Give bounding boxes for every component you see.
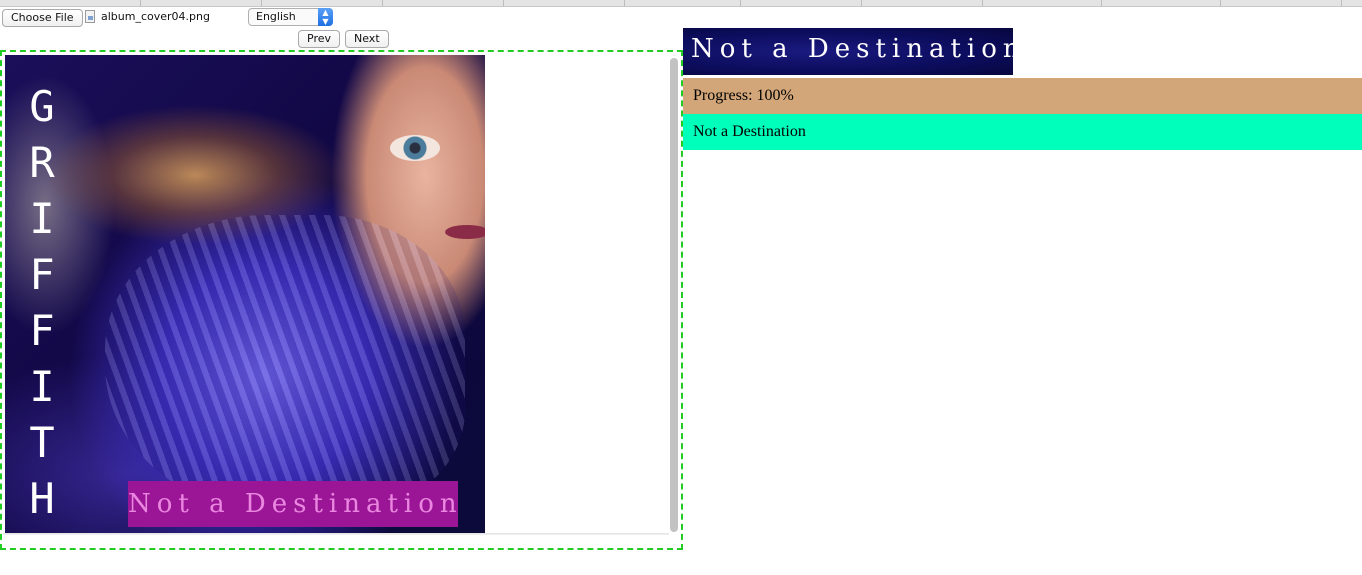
cover-artist-name: GRIFFITH — [29, 82, 55, 523]
cover-scarf — [105, 215, 465, 515]
file-icon — [85, 10, 95, 23]
vertical-scrollbar[interactable] — [670, 58, 678, 532]
prev-button[interactable]: Prev — [298, 30, 340, 48]
album-cover-image: GRIFFITH Not a Destination — [5, 55, 485, 533]
progress-status: Progress: 100% — [683, 78, 1362, 114]
browser-tab-strip — [0, 0, 1362, 7]
tab-segment — [862, 0, 983, 6]
next-button[interactable]: Next — [345, 30, 389, 48]
cover-lips — [445, 225, 485, 239]
language-select[interactable]: English ▲ ▼ — [248, 8, 333, 26]
choose-file-button[interactable]: Choose File — [2, 9, 83, 27]
album-title-banner: Not a Destination — [683, 28, 1020, 75]
tab-segment — [262, 0, 383, 6]
updown-chevron-icon: ▲ ▼ — [318, 8, 333, 26]
tab-segment — [741, 0, 862, 6]
image-viewer: GRIFFITH Not a Destination — [0, 50, 683, 550]
cover-eye — [390, 135, 440, 161]
tab-segment — [625, 0, 741, 6]
selected-file-name: album_cover04.png — [101, 10, 210, 23]
tab-segment — [0, 0, 141, 6]
tab-segment — [983, 0, 1102, 6]
tab-segment — [1102, 0, 1221, 6]
language-select-value: English — [256, 10, 296, 23]
tab-segment — [504, 0, 625, 6]
track-row[interactable]: Not a Destination — [683, 114, 1362, 150]
tab-segment — [141, 0, 262, 6]
tab-segment — [1221, 0, 1342, 6]
tab-segment — [383, 0, 504, 6]
cover-title-label: Not a Destination — [128, 481, 458, 527]
image-scroll-area[interactable]: GRIFFITH Not a Destination — [3, 53, 669, 534]
